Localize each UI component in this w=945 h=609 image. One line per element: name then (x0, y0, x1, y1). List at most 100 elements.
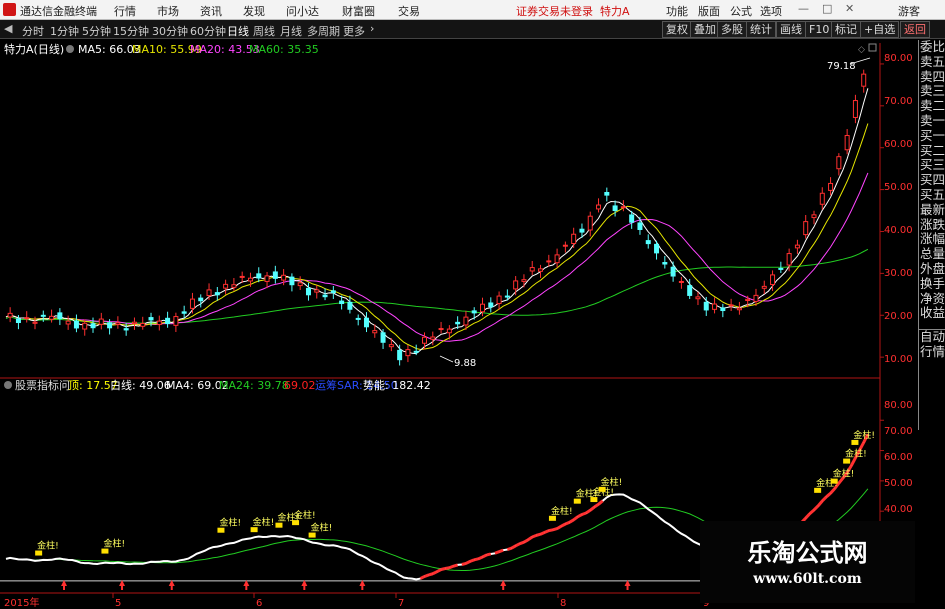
add-watchlist-button[interactable]: +自选 (860, 21, 900, 38)
login-status: 证券交易未登录 特力A (516, 5, 630, 18)
buy-arrow-icon (624, 579, 631, 590)
candle-body (670, 266, 676, 277)
tab-monthly[interactable]: 月线 (280, 23, 302, 39)
indicator-ma24: MA24: 39.78 (219, 379, 289, 392)
minimize-icon[interactable]: — (798, 2, 809, 15)
tab-multi-period[interactable]: 多周期 (307, 23, 340, 39)
mark-button[interactable]: 标记 (831, 21, 861, 38)
adjust-button[interactable]: 复权 (662, 21, 692, 38)
sidebar-item-buy5[interactable]: 买五 (919, 187, 945, 203)
guest-label[interactable]: 游客 (898, 3, 920, 19)
sidebar-auto[interactable]: 自动 (919, 329, 945, 345)
tab-daily[interactable]: 日线 (227, 23, 249, 39)
back-arrow-icon[interactable]: ◀ (4, 22, 12, 35)
indicator-rise-segment (481, 553, 488, 559)
stock-title: 特力A (600, 5, 630, 18)
watermark-url: www.60lt.com (753, 571, 862, 587)
gold-bar-label: 金柱! (103, 538, 125, 550)
sidebar-item-sell1[interactable]: 卖一 (919, 113, 945, 129)
sidebar-item-earnings[interactable]: 收益 (919, 306, 945, 321)
indicator-rise-segment (548, 528, 554, 533)
menu-discover[interactable]: 发现 (243, 3, 265, 19)
sidebar-item-outer[interactable]: 外盘 (919, 261, 945, 277)
sidebar-item-turnover[interactable]: 换手 (919, 276, 945, 292)
indicator-settings-icon[interactable] (4, 381, 12, 389)
candle-body (206, 289, 212, 297)
sidebar-item-weibi[interactable]: 委比 (919, 39, 945, 55)
sidebar-item-sell5[interactable]: 卖五 (919, 54, 945, 70)
indicator-rise-segment (527, 535, 534, 542)
settings-dot-icon[interactable] (66, 45, 74, 53)
candle-body (314, 289, 320, 293)
sidebar-item-net-assets[interactable]: 净资 (919, 291, 945, 307)
draw-line-button[interactable]: 画线 (776, 21, 806, 38)
x-label-jun: 6 (256, 598, 262, 609)
candle-body (836, 156, 842, 170)
y-tick-80: 80.00 (884, 53, 913, 64)
indicator-rise-segment (510, 544, 517, 550)
tab-15min[interactable]: 15分钟 (113, 23, 149, 39)
candle-body (397, 349, 403, 361)
candle-body (355, 317, 361, 320)
indicator-rise-segment (564, 520, 571, 526)
candle-body (239, 275, 245, 278)
menu-trade[interactable]: 交易 (398, 3, 420, 19)
title-bar: 通达信金融终端 行情 市场 资讯 发现 问小达 财富圈 交易 证券交易未登录 特… (0, 0, 945, 20)
indicator-rise-segment (469, 558, 475, 563)
candle-body (662, 262, 668, 265)
candle-body (645, 240, 651, 245)
candle-body (778, 267, 784, 270)
sidebar-item-buy3[interactable]: 买三 (919, 158, 945, 173)
tab-30min[interactable]: 30分钟 (152, 23, 188, 39)
menu-ask-xiaoda[interactable]: 问小达 (286, 3, 319, 19)
overlay-button[interactable]: 叠加 (690, 21, 720, 38)
diamond-icon[interactable]: ◇ (858, 45, 865, 55)
candle-body (521, 279, 527, 282)
menu-wealth-circle[interactable]: 财富圈 (342, 3, 375, 19)
candle-body (496, 295, 502, 304)
tab-more[interactable]: 更多 (343, 23, 365, 39)
maximize-icon[interactable]: □ (822, 2, 832, 15)
statistics-button[interactable]: 统计 (746, 21, 776, 38)
menu-formula[interactable]: 公式 (730, 3, 752, 19)
indicator-rise-segment (494, 550, 500, 555)
ind-tick-40: 40.00 (884, 504, 913, 515)
tab-5min[interactable]: 5分钟 (82, 23, 111, 39)
indicator-rise-segment (531, 533, 537, 539)
menu-market-quotes[interactable]: 行情 (114, 3, 136, 19)
close-icon[interactable]: ✕ (845, 2, 854, 15)
candle-body (305, 287, 311, 296)
sidebar-item-change[interactable]: 涨跌 (919, 217, 945, 233)
menu-market[interactable]: 市场 (157, 3, 179, 19)
tab-60min[interactable]: 60分钟 (190, 23, 226, 39)
multi-stock-button[interactable]: 多股 (717, 21, 747, 38)
sidebar-item-buy4[interactable]: 买四 (919, 172, 945, 188)
sidebar-item-sell4[interactable]: 卖四 (919, 69, 945, 85)
tab-weekly[interactable]: 周线 (253, 23, 275, 39)
sidebar-item-change-pct[interactable]: 涨幅 (919, 232, 945, 247)
candle-body (596, 204, 602, 210)
panel-toggle-icon[interactable] (868, 43, 877, 52)
candle-body (330, 290, 336, 294)
sidebar-quotes[interactable]: 行情 (919, 344, 945, 360)
y-tick-40: 40.00 (884, 225, 913, 236)
more-arrow-icon[interactable]: › (370, 22, 374, 35)
menu-layout[interactable]: 版面 (698, 3, 720, 19)
candle-body (794, 244, 800, 249)
tab-1min[interactable]: 1分钟 (50, 23, 79, 39)
sidebar-item-buy1[interactable]: 买一 (919, 128, 945, 144)
return-button[interactable]: 返回 (900, 21, 930, 38)
menu-news[interactable]: 资讯 (200, 3, 222, 19)
sidebar-item-latest[interactable]: 最新 (919, 202, 945, 218)
sidebar-item-buy2[interactable]: 买二 (919, 143, 945, 159)
ma10-line (5, 123, 869, 351)
sidebar-item-volume[interactable]: 总量 (919, 246, 945, 262)
candle-body (504, 295, 510, 298)
menu-functions[interactable]: 功能 (666, 3, 688, 19)
f10-button[interactable]: F10 (805, 21, 834, 38)
sidebar-item-sell2[interactable]: 卖二 (919, 98, 945, 114)
tab-intraday[interactable]: 分时 (22, 23, 44, 39)
menu-options[interactable]: 选项 (760, 3, 782, 19)
sidebar-item-sell3[interactable]: 卖三 (919, 84, 945, 99)
watermark-title: 乐淘公式网 (747, 538, 868, 567)
